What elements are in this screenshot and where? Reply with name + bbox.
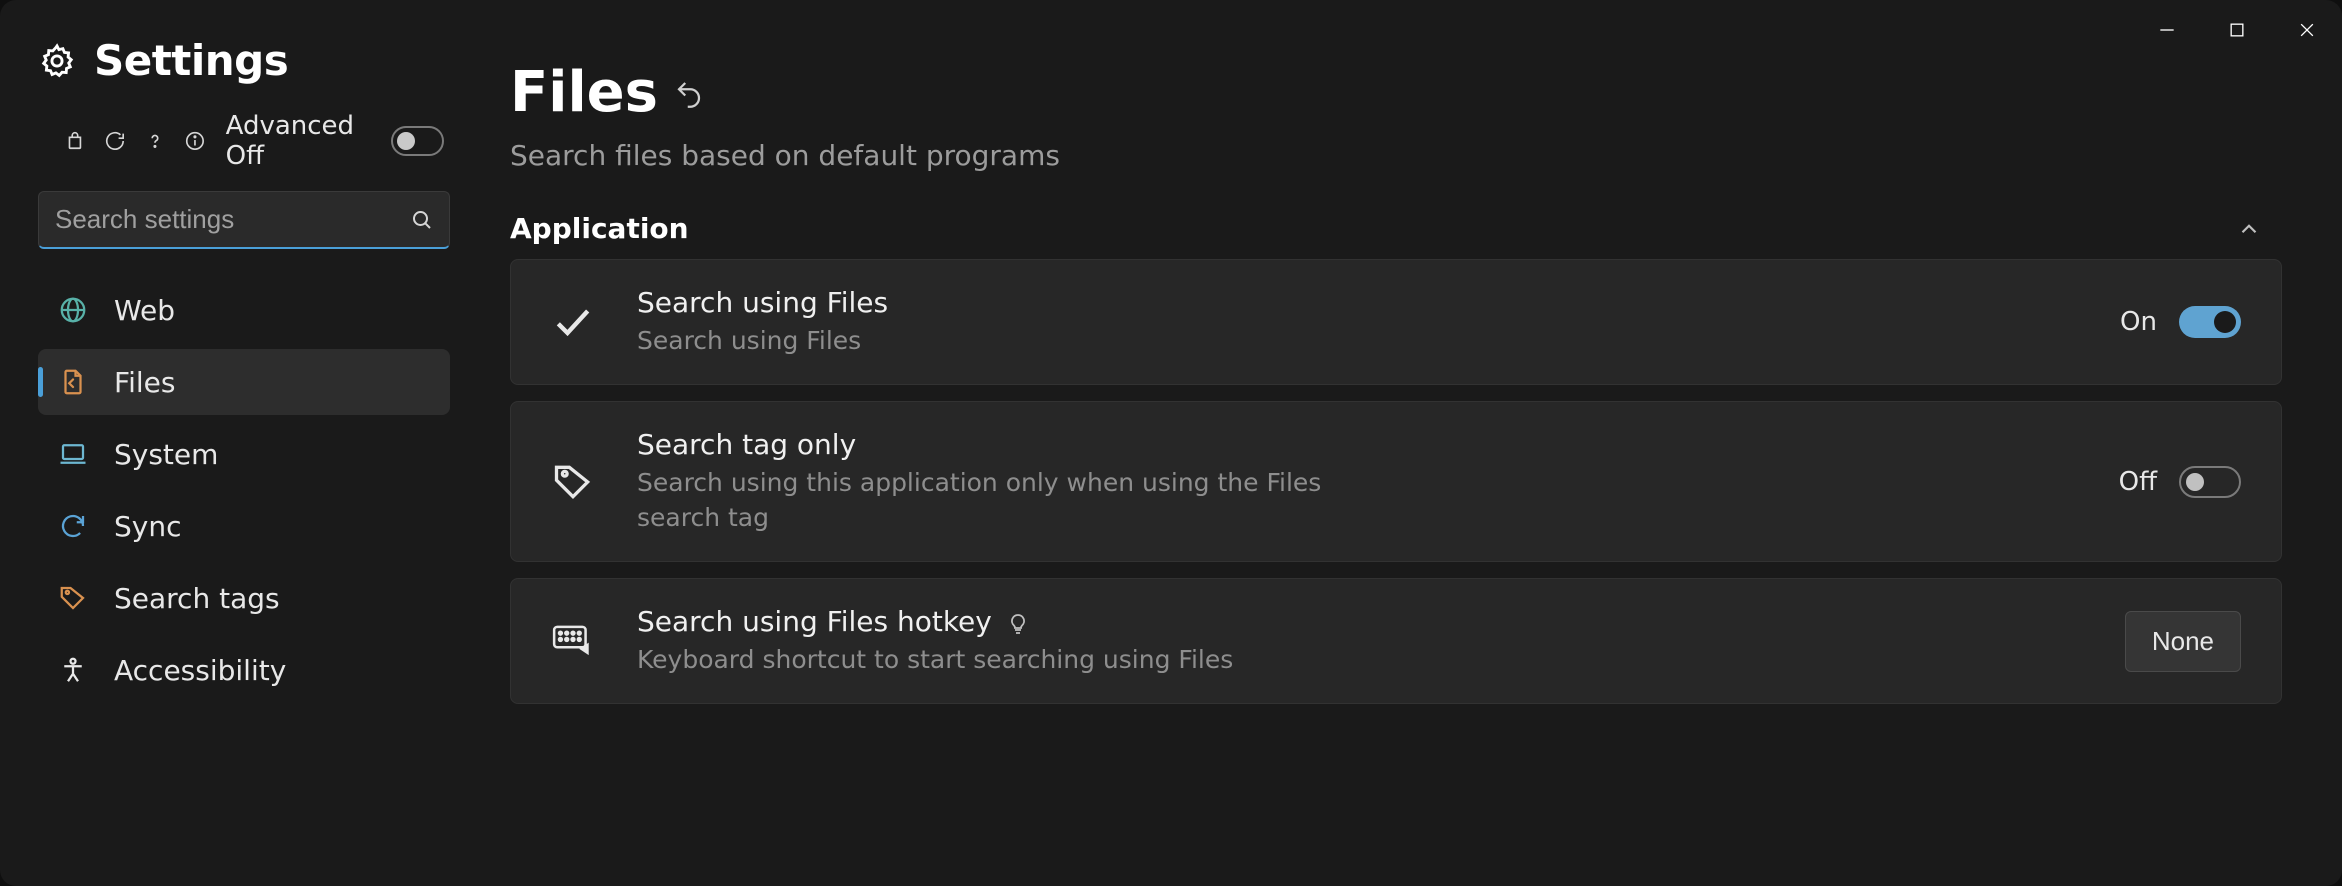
setting-title: Search using Files <box>637 286 2084 319</box>
setting-sub: Keyboard shortcut to start searching usi… <box>637 642 1357 677</box>
toggle-search-using-files[interactable] <box>2179 306 2241 338</box>
setting-title: Search using Files hotkey <box>637 605 992 638</box>
setting-sub: Search using Files <box>637 323 1357 358</box>
clock-refresh-icon[interactable] <box>104 128 126 154</box>
close-button[interactable] <box>2272 0 2342 60</box>
sidebar-item-sync[interactable]: Sync <box>38 493 450 559</box>
nav-list: Web Files System <box>38 277 450 703</box>
file-icon <box>58 367 88 397</box>
sidebar: Settings Advanced Off <box>0 0 470 886</box>
search-input[interactable] <box>38 191 450 249</box>
sidebar-item-files[interactable]: Files <box>38 349 450 415</box>
app-title: Settings <box>94 36 288 85</box>
hotkey-button[interactable]: None <box>2125 611 2241 672</box>
sidebar-item-label: Search tags <box>114 582 280 615</box>
setting-search-using-files: Search using Files Search using Files On <box>510 259 2282 385</box>
settings-cards: Search using Files Search using Files On… <box>510 259 2282 704</box>
minimize-button[interactable] <box>2132 0 2202 60</box>
toggle-state-label: Off <box>2119 467 2157 497</box>
setting-sub: Search using this application only when … <box>637 465 1357 535</box>
gear-icon <box>38 42 76 80</box>
toggle-state-label: On <box>2120 307 2157 337</box>
undo-icon[interactable] <box>674 78 704 108</box>
sidebar-item-label: Sync <box>114 510 181 543</box>
main-panel: Files Search files based on default prog… <box>470 0 2342 886</box>
search-wrap <box>38 191 450 249</box>
sidebar-item-search-tags[interactable]: Search tags <box>38 565 450 631</box>
setting-search-tag-only: Search tag only Search using this applic… <box>510 401 2282 562</box>
advanced-toggle[interactable] <box>391 126 444 156</box>
section-header[interactable]: Application <box>510 212 2282 259</box>
sidebar-item-label: Web <box>114 294 175 327</box>
laptop-icon <box>58 439 88 469</box>
lightbulb-icon[interactable] <box>1006 610 1030 634</box>
advanced-label: Advanced Off <box>226 111 374 171</box>
section-title: Application <box>510 212 689 245</box>
page-subtitle: Search files based on default programs <box>510 139 2282 172</box>
settings-window: Settings Advanced Off <box>0 0 2342 886</box>
sidebar-header: Settings <box>38 20 450 105</box>
search-icon <box>410 208 434 232</box>
tag-icon <box>58 583 88 613</box>
help-icon[interactable] <box>144 128 166 154</box>
sync-icon <box>58 511 88 541</box>
toggle-search-tag-only[interactable] <box>2179 466 2241 498</box>
maximize-button[interactable] <box>2202 0 2272 60</box>
page-title: Files <box>510 60 658 125</box>
tag-outline-icon <box>545 454 601 510</box>
window-controls <box>2132 0 2342 60</box>
sidebar-item-accessibility[interactable]: Accessibility <box>38 637 450 703</box>
accessibility-icon <box>58 655 88 685</box>
sidebar-item-system[interactable]: System <box>38 421 450 487</box>
globe-icon <box>58 295 88 325</box>
check-icon <box>545 294 601 350</box>
toolbar: Advanced Off <box>38 105 450 191</box>
info-icon[interactable] <box>184 128 206 154</box>
sidebar-item-label: System <box>114 438 218 471</box>
sidebar-item-label: Accessibility <box>114 654 286 687</box>
bag-icon[interactable] <box>64 128 86 154</box>
sidebar-item-web[interactable]: Web <box>38 277 450 343</box>
setting-files-hotkey: Search using Files hotkey Keyboard short… <box>510 578 2282 704</box>
sidebar-item-label: Files <box>114 366 175 399</box>
chevron-up-icon <box>2236 216 2262 242</box>
keyboard-shortcut-icon <box>545 613 601 669</box>
setting-title: Search tag only <box>637 428 2083 461</box>
